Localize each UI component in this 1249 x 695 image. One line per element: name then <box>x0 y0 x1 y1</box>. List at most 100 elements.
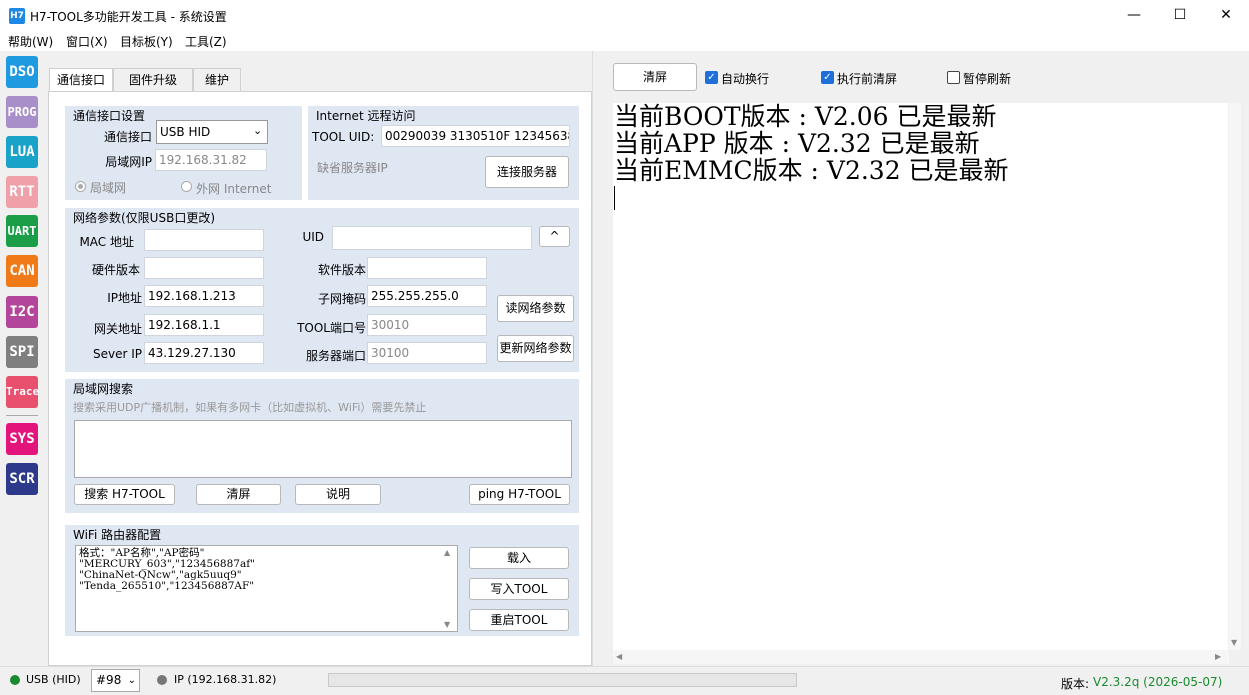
maximize-button[interactable]: ☐ <box>1157 0 1203 31</box>
search-help-button[interactable]: 说明 <box>295 484 381 505</box>
ip-field[interactable]: 192.168.1.213 <box>144 285 264 307</box>
clear-before-label: 执行前清屏 <box>837 72 898 86</box>
connect-server-button[interactable]: 连接服务器 <box>485 156 569 188</box>
uid-expand-button[interactable]: ^ <box>539 226 570 247</box>
menu-help[interactable]: 帮助(W) <box>8 33 53 50</box>
server-ip-label: Sever IP <box>92 347 142 361</box>
console-line: 当前EMMC版本 : V2.32 已是最新 <box>614 156 1009 185</box>
wifi-config-lines: 格式："AP名称","AP密码" "MERCURY_603","12345688… <box>79 548 255 592</box>
iface-label: 通信接口 <box>103 130 152 144</box>
tool-i2c-button[interactable]: I2C <box>6 296 38 328</box>
lanip-label: 局域网IP <box>105 155 152 169</box>
iface-select-value: USB HID <box>160 125 211 139</box>
pane-splitter[interactable] <box>592 51 600 666</box>
auto-wrap-checkbox[interactable]: ✓ <box>705 71 718 84</box>
tool-rtt-button[interactable]: RTT <box>6 176 38 208</box>
tool-uid-label: TOOL UID: <box>312 130 375 144</box>
server-port-label: 服务器端口 <box>305 349 366 363</box>
server-ip-field[interactable]: 43.129.27.130 <box>144 342 264 364</box>
uid-field[interactable] <box>332 226 532 250</box>
gateway-field[interactable]: 192.168.1.1 <box>144 314 264 336</box>
clear-before-checkbox[interactable]: ✓ <box>821 71 834 84</box>
tool-prog-button[interactable]: PROG <box>6 96 38 128</box>
server-port-field[interactable]: 30100 <box>367 342 487 364</box>
radio-wan[interactable] <box>181 181 192 192</box>
wifi-write-button[interactable]: 写入TOOL <box>469 578 569 600</box>
chevron-down-icon: ⌄ <box>253 124 263 137</box>
pause-refresh-checkbox[interactable] <box>947 71 960 84</box>
window-title: H7-TOOL多功能开发工具 - 系统设置 <box>30 10 227 24</box>
tool-uart-button[interactable]: UART <box>6 215 38 247</box>
port-select[interactable]: #98 ⌄ <box>91 669 140 692</box>
text-cursor <box>614 186 615 210</box>
tool-spi-button[interactable]: SPI <box>6 336 38 368</box>
hw-version-label: 硬件版本 <box>91 263 140 277</box>
sw-version-field[interactable] <box>367 257 487 279</box>
minimize-button[interactable]: — <box>1111 0 1157 31</box>
wifi-group-title: WiFi 路由器配置 <box>73 528 162 542</box>
wifi-line: "Tenda_265510","123456887AF" <box>79 580 255 592</box>
progress-bar <box>328 673 797 687</box>
ip-status-icon <box>157 675 167 685</box>
tool-scr-button[interactable]: SCR <box>6 463 38 495</box>
menu-window[interactable]: 窗口(X) <box>66 33 108 50</box>
search-hint: 搜索采用UDP广播机制，如果有多网卡（比如虚拟机、WiFi）需要先禁止 <box>73 401 427 414</box>
tab-comm[interactable]: 通信接口 <box>49 68 113 92</box>
wifi-restart-button[interactable]: 重启TOOL <box>469 609 569 631</box>
hw-version-field[interactable] <box>144 257 264 279</box>
tool-sys-button[interactable]: SYS <box>6 423 38 455</box>
tab-maintain[interactable]: 维护 <box>193 68 241 92</box>
ip-label: IP地址 <box>107 291 142 305</box>
tool-uid-field[interactable]: 00290039 3130510F 12345638 <box>381 125 570 147</box>
port-select-value: #98 <box>96 673 122 687</box>
scroll-up-icon[interactable]: ▲ <box>444 548 450 557</box>
read-net-params-button[interactable]: 读网络参数 <box>497 295 574 322</box>
search-clear-button[interactable]: 清屏 <box>196 484 281 505</box>
tab-firmware[interactable]: 固件升级 <box>113 68 193 92</box>
search-results-list[interactable] <box>74 420 572 478</box>
console-hscrollbar[interactable] <box>613 650 1229 664</box>
sidebar-divider <box>6 415 38 416</box>
radio-lan-label: 局域网 <box>90 181 127 195</box>
net-group-title: 网络参数(仅限USB口更改) <box>73 211 215 225</box>
lanip-field[interactable]: 192.168.31.82 <box>155 149 267 171</box>
sw-version-label: 软件版本 <box>317 263 366 277</box>
mask-field[interactable]: 255.255.255.0 <box>367 285 487 307</box>
search-h7tool-button[interactable]: 搜索 H7-TOOL <box>74 484 175 505</box>
scroll-right-icon[interactable]: ▶ <box>1215 652 1221 661</box>
tool-trace-button[interactable]: Trace <box>6 376 39 408</box>
console-vscrollbar[interactable] <box>1229 103 1241 650</box>
menu-tools[interactable]: 工具(Z) <box>185 33 227 50</box>
tool-can-button[interactable]: CAN <box>6 255 38 287</box>
update-net-params-button[interactable]: 更新网络参数 <box>497 335 574 362</box>
comm-group-title: 通信接口设置 <box>73 109 146 123</box>
tool-dso-button[interactable]: DSO <box>6 56 38 88</box>
version-value: V2.3.2q (2026-05-07) <box>1093 675 1223 689</box>
wifi-load-button[interactable]: 载入 <box>469 547 569 569</box>
scroll-left-icon[interactable]: ◀ <box>616 652 622 661</box>
mac-field[interactable] <box>144 229 264 251</box>
iface-select[interactable]: USB HID <box>156 120 268 144</box>
tool-port-field[interactable]: 30010 <box>367 314 487 336</box>
console-output[interactable] <box>613 103 1228 650</box>
radio-wan-label: 外网 Internet <box>196 182 272 196</box>
search-group-title: 局域网搜索 <box>73 382 134 396</box>
version-label: 版本: <box>1061 677 1090 691</box>
mac-label: MAC 地址 <box>79 235 134 249</box>
tool-port-label: TOOL端口号 <box>297 321 366 335</box>
radio-lan[interactable] <box>75 181 86 192</box>
chevron-down-icon: ⌄ <box>127 675 136 686</box>
usb-status-label: USB (HID) <box>26 673 81 686</box>
default-server-ip-label: 缺省服务器IP <box>317 161 388 175</box>
uid-label: UID <box>302 230 324 244</box>
console-clear-button[interactable]: 清屏 <box>613 63 697 91</box>
scroll-down-icon[interactable]: ▼ <box>444 620 450 629</box>
menu-target-board[interactable]: 目标板(Y) <box>120 33 173 50</box>
tool-lua-button[interactable]: LUA <box>6 136 38 168</box>
ping-h7tool-button[interactable]: ping H7-TOOL <box>469 484 570 505</box>
gateway-label: 网关地址 <box>93 322 142 336</box>
scroll-down-icon[interactable]: ▼ <box>1231 638 1237 647</box>
app-icon: H7 <box>9 8 25 24</box>
ip-status-label: IP (192.168.31.82) <box>174 673 277 686</box>
close-button[interactable]: ✕ <box>1203 0 1249 31</box>
